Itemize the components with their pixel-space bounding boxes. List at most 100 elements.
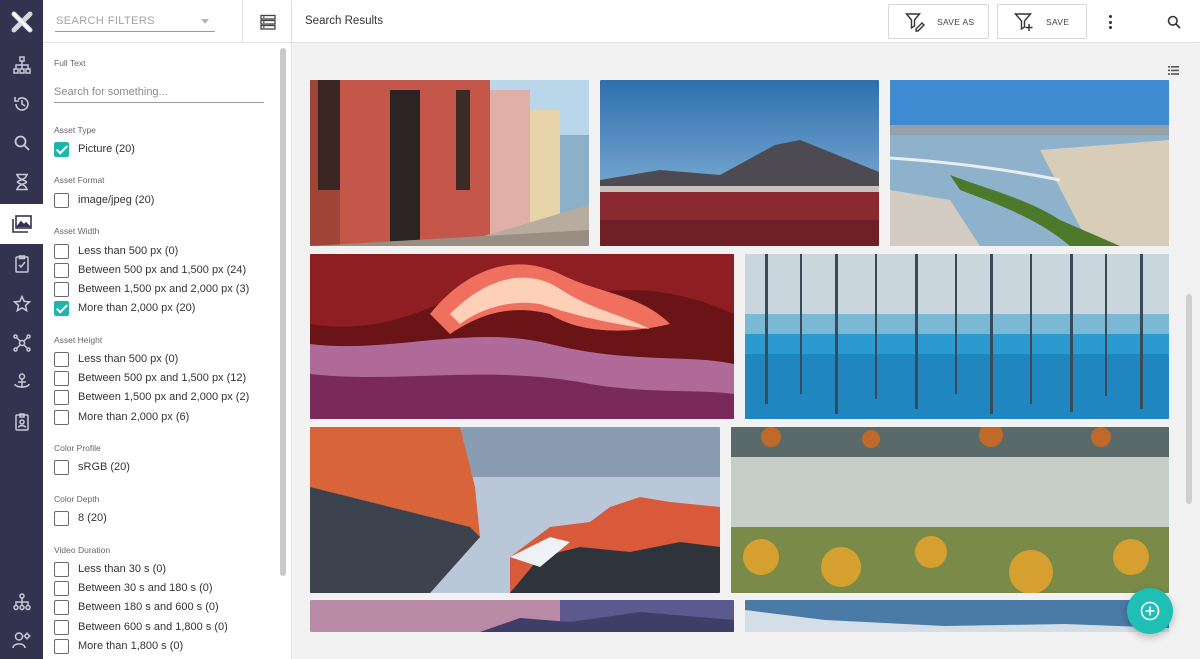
add-circle-icon bbox=[1140, 601, 1160, 621]
checkbox[interactable] bbox=[54, 351, 69, 367]
result-thumbnail-red-lagoon-volcano[interactable] bbox=[600, 80, 879, 246]
search-icon[interactable] bbox=[1164, 12, 1184, 32]
anchor-person-icon[interactable] bbox=[0, 362, 43, 401]
checkbox-checked[interactable] bbox=[54, 141, 69, 157]
filter-add-icon bbox=[1014, 12, 1034, 32]
filter-option-label: Less than 30 s (0) bbox=[78, 563, 167, 575]
filter-option-width-500-1500[interactable]: Between 500 px and 1,500 px (24) bbox=[54, 261, 246, 279]
result-thumbnail-misty-autumn-forest[interactable] bbox=[731, 427, 1169, 593]
filter-option-label: Less than 500 px (0) bbox=[78, 245, 179, 257]
checkbox[interactable] bbox=[54, 510, 69, 526]
result-thumbnail-blue-misty-hills[interactable] bbox=[745, 600, 1169, 632]
save-as-button[interactable]: SAVE AS bbox=[888, 4, 989, 39]
filters-header: SEARCH FILTERS bbox=[43, 0, 292, 43]
results-scrollbar[interactable] bbox=[1186, 294, 1192, 504]
filter-option-picture[interactable]: Picture (20) bbox=[54, 140, 135, 158]
filters-scrollbar[interactable] bbox=[280, 48, 286, 576]
filter-option-image-jpeg[interactable]: image/jpeg (20) bbox=[54, 191, 154, 209]
filter-group-label: Asset Height bbox=[54, 335, 103, 345]
result-thumbnail-colorful-street-houses[interactable] bbox=[310, 80, 589, 246]
user-settings-icon[interactable] bbox=[0, 620, 43, 659]
list-view-icon[interactable] bbox=[1168, 62, 1179, 80]
images-icon[interactable] bbox=[0, 204, 43, 244]
filter-option-label: Between 600 s and 1,800 s (0) bbox=[78, 621, 228, 633]
history-icon[interactable] bbox=[0, 84, 43, 123]
filter-option-width-1500-2000[interactable]: Between 1,500 px and 2,000 px (3) bbox=[54, 280, 249, 298]
checkbox[interactable] bbox=[54, 459, 69, 475]
filter-option-depth-8[interactable]: 8 (20) bbox=[54, 509, 107, 527]
filter-option-srgb[interactable]: sRGB (20) bbox=[54, 458, 130, 476]
checkbox[interactable] bbox=[54, 370, 69, 386]
checkbox-checked[interactable] bbox=[54, 300, 69, 316]
filter-group-label: Video Duration bbox=[54, 545, 111, 555]
filter-list-toggle[interactable] bbox=[242, 0, 292, 43]
result-thumbnail-slot-canyon-waves[interactable] bbox=[310, 254, 734, 419]
filter-option-label: Between 180 s and 600 s (0) bbox=[78, 601, 219, 613]
filter-option-label: Between 1,500 px and 2,000 px (3) bbox=[78, 283, 250, 295]
filter-option-label: More than 2,000 px (6) bbox=[78, 411, 190, 423]
filter-option-label: 8 (20) bbox=[78, 512, 107, 524]
filters-scrollbar-thumb[interactable] bbox=[280, 48, 286, 576]
checkbox[interactable] bbox=[54, 580, 69, 596]
filter-option-height-1500-2000[interactable]: Between 1,500 px and 2,000 px (2) bbox=[54, 388, 249, 406]
result-thumbnail-purple-sky-mountains[interactable] bbox=[310, 600, 734, 632]
filter-group-label: Color Profile bbox=[54, 443, 101, 453]
filter-option-label: More than 2,000 px (20) bbox=[78, 302, 196, 314]
filter-edit-icon bbox=[905, 12, 925, 32]
filter-option-width-lt-500[interactable]: Less than 500 px (0) bbox=[54, 242, 178, 260]
filter-option-duration-180-600[interactable]: Between 180 s and 600 s (0) bbox=[54, 598, 219, 616]
save-as-label: SAVE AS bbox=[937, 16, 975, 27]
list-details-icon bbox=[259, 14, 276, 30]
add-button[interactable] bbox=[1127, 588, 1173, 634]
filters-body: Full Text Asset Type Picture (20) Asset … bbox=[43, 44, 292, 659]
filter-option-duration-gt-1800[interactable]: More than 1,800 s (0) bbox=[54, 637, 183, 655]
results-grid bbox=[292, 44, 1200, 659]
filter-option-height-500-1500[interactable]: Between 500 px and 1,500 px (12) bbox=[54, 369, 246, 387]
network-icon[interactable] bbox=[0, 323, 43, 362]
filter-option-label: Between 30 s and 180 s (0) bbox=[78, 582, 213, 594]
filter-option-label: sRGB (20) bbox=[78, 461, 130, 473]
star-icon[interactable] bbox=[0, 284, 43, 323]
filter-group-label: Asset Width bbox=[54, 226, 100, 236]
filter-option-height-gt-2000[interactable]: More than 2,000 px (6) bbox=[54, 408, 189, 426]
more-options-icon[interactable] bbox=[1098, 9, 1122, 35]
checkbox[interactable] bbox=[54, 192, 69, 208]
org-chart-icon[interactable] bbox=[0, 582, 43, 621]
search-icon[interactable] bbox=[0, 123, 43, 162]
filter-group-label: Asset Format bbox=[54, 175, 105, 185]
result-thumbnail-blue-pond-dead-trees[interactable] bbox=[745, 254, 1169, 419]
checkbox[interactable] bbox=[54, 599, 69, 615]
full-text-label: Full Text bbox=[54, 58, 86, 68]
filter-option-width-gt-2000[interactable]: More than 2,000 px (20) bbox=[54, 299, 195, 317]
page-title: Search Results bbox=[305, 15, 383, 27]
checkbox[interactable] bbox=[54, 638, 69, 654]
x-logo-icon[interactable] bbox=[0, 0, 43, 43]
badge-icon[interactable] bbox=[0, 402, 43, 441]
checkbox[interactable] bbox=[54, 561, 69, 577]
result-thumbnail-granite-cliff-sunset[interactable] bbox=[310, 427, 720, 593]
clipboard-check-icon[interactable] bbox=[0, 244, 43, 283]
icon-rail bbox=[0, 0, 43, 659]
filter-option-duration-30-180[interactable]: Between 30 s and 180 s (0) bbox=[54, 579, 213, 597]
filter-option-duration-600-1800[interactable]: Between 600 s and 1,800 s (0) bbox=[54, 618, 228, 636]
search-filters-select[interactable]: SEARCH FILTERS bbox=[55, 10, 215, 32]
filter-option-label: Picture (20) bbox=[78, 143, 135, 155]
filters-panel: SEARCH FILTERS Full Text Asset Type Pict… bbox=[43, 0, 292, 659]
filter-option-height-lt-500[interactable]: Less than 500 px (0) bbox=[54, 350, 178, 368]
checkbox[interactable] bbox=[54, 281, 69, 297]
checkbox[interactable] bbox=[54, 262, 69, 278]
hourglass-icon[interactable] bbox=[0, 162, 43, 201]
full-text-search-input[interactable] bbox=[54, 86, 264, 98]
result-thumbnail-salt-flat-wetland[interactable] bbox=[890, 80, 1169, 246]
checkbox[interactable] bbox=[54, 619, 69, 635]
filter-option-label: Less than 500 px (0) bbox=[78, 353, 179, 365]
save-button[interactable]: SAVE bbox=[997, 4, 1087, 39]
filter-group-label: Color Depth bbox=[54, 494, 100, 504]
checkbox[interactable] bbox=[54, 243, 69, 259]
checkbox[interactable] bbox=[54, 389, 69, 405]
hierarchy-icon[interactable] bbox=[0, 45, 43, 84]
filter-option-label: Between 500 px and 1,500 px (12) bbox=[78, 372, 247, 384]
save-label: SAVE bbox=[1046, 16, 1070, 27]
filter-option-duration-lt-30[interactable]: Less than 30 s (0) bbox=[54, 560, 166, 578]
checkbox[interactable] bbox=[54, 409, 69, 425]
